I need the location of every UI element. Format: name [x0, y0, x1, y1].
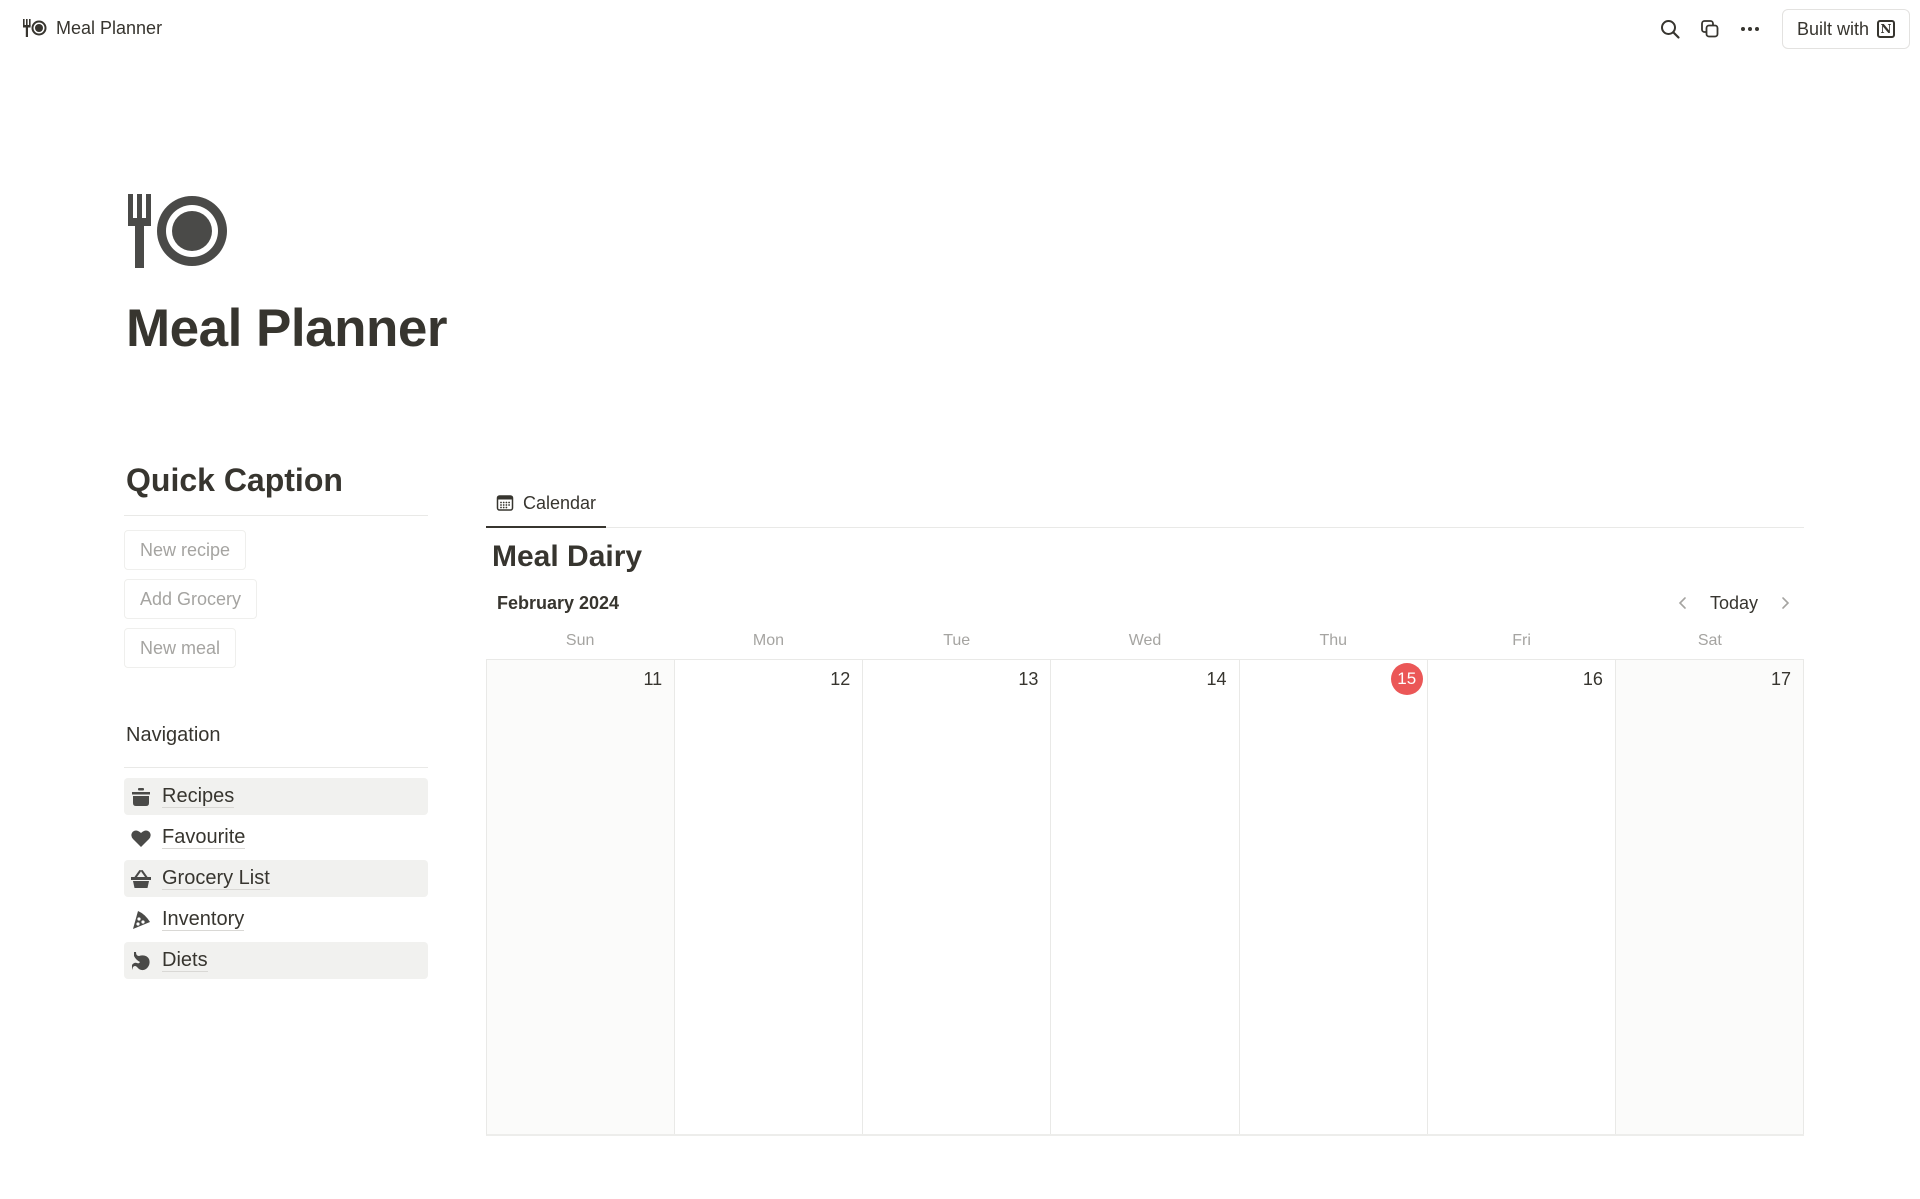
duplicate-icon	[1701, 20, 1719, 38]
tab-calendar-label: Calendar	[523, 492, 597, 513]
chevron-right-icon	[1782, 597, 1790, 609]
day-number: 17	[1770, 669, 1791, 689]
month-label: February 2024	[497, 592, 620, 613]
navigation-list: Recipes Favourite Grocery List Inventory…	[124, 778, 428, 979]
next-week-button[interactable]	[1772, 590, 1798, 616]
calendar-day-cell[interactable]: 16	[1427, 660, 1616, 1134]
breadcrumb[interactable]: Meal Planner	[22, 17, 162, 39]
new-recipe-button[interactable]: New recipe	[124, 530, 247, 570]
duplicate-button[interactable]	[1690, 9, 1730, 49]
nav-item-grocery-list[interactable]: Grocery List	[124, 860, 428, 897]
day-number: 11	[643, 669, 663, 689]
calendar-toolbar: February 2024 Today	[486, 588, 1804, 618]
calendar-day-cell[interactable]: 11	[487, 660, 676, 1134]
new-meal-button[interactable]: New meal	[124, 628, 237, 668]
nav-item-recipes[interactable]: Recipes	[124, 778, 428, 815]
weekday-header: Sun Mon Tue Wed Thu Fri Sat	[486, 626, 1804, 660]
stomach-icon	[132, 951, 150, 970]
basket-icon	[131, 869, 151, 888]
previous-week-button[interactable]	[1670, 590, 1696, 616]
nav-label: Recipes	[162, 785, 235, 808]
view-tabs: Calendar	[486, 480, 1804, 528]
nav-label: Inventory	[162, 908, 245, 931]
nav-item-favourite[interactable]: Favourite	[124, 819, 428, 856]
calendar-day-cell[interactable]: 13	[863, 660, 1052, 1134]
weekday-label: Sat	[1697, 632, 1722, 649]
nav-label: Diets	[162, 949, 208, 972]
nav-label: Favourite	[162, 826, 246, 849]
notion-logo-icon: N	[1877, 20, 1895, 38]
fork-and-plate-icon	[23, 19, 47, 37]
tab-calendar[interactable]: Calendar	[486, 480, 607, 528]
chevron-left-icon	[1678, 597, 1686, 609]
today-button[interactable]: Today	[1706, 591, 1762, 616]
day-number: 16	[1582, 669, 1603, 689]
heart-icon	[131, 829, 151, 847]
weekday-label: Thu	[1319, 632, 1348, 649]
divider	[124, 767, 428, 768]
breadcrumb-title: Meal Planner	[56, 17, 163, 38]
calendar-day-cell-today[interactable]: 15	[1239, 660, 1428, 1134]
nav-item-inventory[interactable]: Inventory	[124, 901, 428, 938]
cooking-pot-icon	[132, 787, 150, 806]
nav-label: Grocery List	[162, 867, 270, 890]
weekday-label: Sun	[565, 632, 595, 649]
page-title: Meal Planner	[126, 299, 447, 358]
calendar-section: Calendar Meal Dairy February 2024 Today …	[486, 480, 1804, 1136]
quick-caption-buttons: New recipe Add Grocery New meal	[124, 530, 428, 668]
calendar-week-row: 11 12 13 14 15 16 17	[486, 660, 1804, 1136]
calendar-icon	[496, 495, 514, 511]
more-button[interactable]	[1730, 9, 1770, 49]
page-icon-fork-and-plate[interactable]	[126, 194, 230, 270]
add-grocery-button[interactable]: Add Grocery	[124, 579, 258, 619]
divider	[124, 515, 428, 516]
calendar-day-cell[interactable]: 14	[1051, 660, 1240, 1134]
search-button[interactable]	[1650, 9, 1690, 49]
weekday-label: Tue	[943, 632, 971, 649]
day-number: 12	[830, 669, 851, 689]
navigation-heading: Navigation	[126, 724, 221, 746]
more-icon	[1740, 27, 1759, 31]
day-number: 14	[1206, 669, 1227, 689]
top-bar: Meal Planner Built with N	[0, 0, 1920, 58]
weekday-label: Fri	[1512, 632, 1531, 649]
calendar-day-cell[interactable]: 17	[1615, 660, 1804, 1134]
weekday-label: Wed	[1128, 632, 1162, 649]
day-number: 13	[1018, 669, 1039, 689]
search-icon	[1660, 20, 1680, 39]
built-with-button[interactable]: Built with N	[1781, 9, 1910, 49]
calendar-navigation: Today	[1670, 590, 1804, 616]
weekday-label: Mon	[752, 632, 784, 649]
calendar-day-cell[interactable]: 12	[675, 660, 864, 1134]
quick-caption-heading: Quick Caption	[126, 462, 343, 498]
calendar-view-title: Meal Dairy	[492, 540, 643, 573]
left-column: Quick Caption New recipe Add Grocery New…	[124, 462, 428, 979]
today-badge: 15	[1390, 663, 1423, 695]
pizza-slice-icon	[133, 910, 150, 929]
nav-item-diets[interactable]: Diets	[124, 942, 428, 979]
built-with-label: Built with	[1796, 18, 1869, 39]
